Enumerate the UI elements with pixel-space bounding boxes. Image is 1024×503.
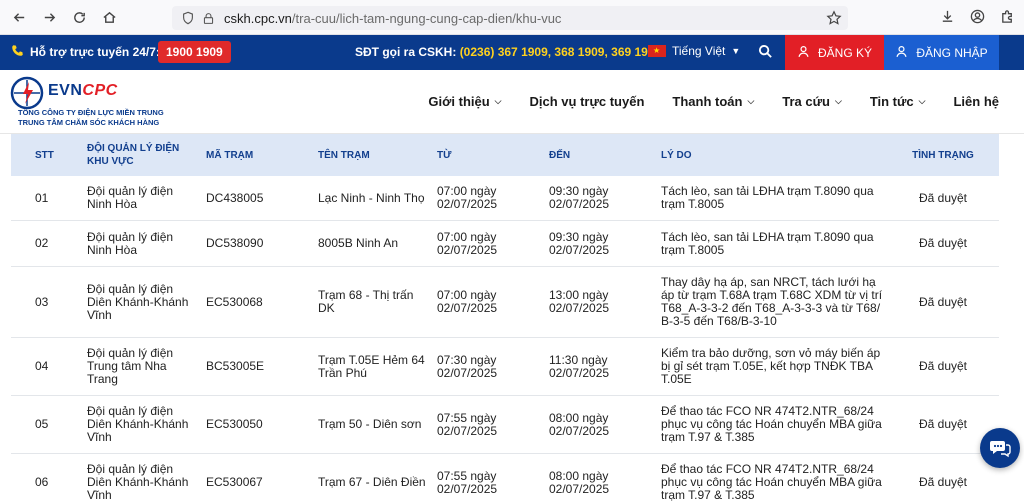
header-ten-tram: TÊN TRẠM bbox=[318, 149, 370, 161]
table-row: 04 Đội quản lý điện Trung tâm Nha Trang … bbox=[11, 338, 999, 396]
lock-icon[interactable] bbox=[200, 10, 216, 26]
arrow-right-icon[interactable] bbox=[38, 6, 60, 28]
table-header: STT ĐỘI QUẢN LÝ ĐIỆN KHU VỰC MÃ TRẠM TÊN… bbox=[11, 134, 999, 176]
outage-table: STT ĐỘI QUẢN LÝ ĐIỆN KHU VỰC MÃ TRẠM TÊN… bbox=[11, 134, 999, 503]
brand-name: EVNCPC bbox=[48, 82, 118, 99]
register-button[interactable]: ĐĂNG KÝ bbox=[785, 35, 884, 70]
header-tu: TỪ bbox=[437, 149, 452, 161]
header-stt: STT bbox=[35, 149, 54, 161]
chevron-down-icon: ⌵ bbox=[747, 96, 755, 106]
language-selector[interactable]: Tiếng Việt ▼ bbox=[648, 44, 740, 58]
hotline-button[interactable]: 1900 1909 bbox=[158, 41, 231, 63]
vietnam-flag-icon bbox=[648, 45, 666, 57]
extensions-icon[interactable] bbox=[998, 7, 1016, 25]
cskh-numbers: (0236) 367 1909, 368 1909, 369 1909 bbox=[459, 45, 662, 59]
table-row: 03 Đội quản lý điện Diên Khánh-Khánh Vĩn… bbox=[11, 267, 999, 338]
status-badge: Đã duyệt bbox=[918, 190, 968, 205]
chevron-down-icon: ⌵ bbox=[918, 96, 926, 106]
chat-support-icon bbox=[990, 441, 1011, 458]
login-button[interactable]: ĐĂNG NHẬP bbox=[884, 35, 999, 70]
home-icon[interactable] bbox=[98, 6, 120, 28]
address-bar[interactable]: cskh.cpc.vn/tra-cuu/lich-tam-ngung-cung-… bbox=[172, 6, 848, 30]
support-info: Hỗ trợ trực tuyến 24/7: bbox=[11, 44, 160, 60]
table-row: 06 Đội quản lý điện Diên Khánh-Khánh Vĩn… bbox=[11, 454, 999, 503]
chevron-down-icon: ▼ bbox=[731, 46, 741, 56]
status-badge: Đã duyệt bbox=[918, 359, 968, 373]
menu-item-tra-cuu[interactable]: Tra cứu ⌵ bbox=[782, 94, 842, 109]
status-badge: Đã duyệt bbox=[918, 294, 968, 309]
chat-support-button[interactable] bbox=[980, 428, 1020, 468]
header-den: ĐẾN bbox=[549, 149, 571, 161]
menu-item-dich-vu[interactable]: Dịch vụ trực tuyến bbox=[530, 94, 645, 109]
user-icon bbox=[895, 45, 908, 61]
menu-item-tin-tuc[interactable]: Tin tức ⌵ bbox=[870, 94, 926, 109]
phone-icon bbox=[11, 44, 24, 60]
account-icon[interactable] bbox=[968, 7, 986, 25]
arrow-left-icon[interactable] bbox=[8, 6, 30, 28]
menu-item-lien-he[interactable]: Liên hệ bbox=[953, 94, 999, 109]
chevron-down-icon: ⌵ bbox=[494, 96, 502, 106]
menu-item-thanh-toan[interactable]: Thanh toán ⌵ bbox=[672, 94, 754, 109]
url-text: cskh.cpc.vn/tra-cuu/lich-tam-ngung-cung-… bbox=[224, 10, 562, 26]
status-badge: Đã duyệt bbox=[918, 475, 968, 489]
search-icon[interactable] bbox=[758, 44, 774, 60]
status-badge: Đã duyệt bbox=[918, 417, 968, 431]
table-row: 05 Đội quản lý điện Diên Khánh-Khánh Vĩn… bbox=[11, 396, 999, 454]
header-tinh-trang: TÌNH TRẠNG bbox=[912, 149, 974, 161]
main-header: EVNCPC TỔNG CÔNG TY ĐIỆN LỰC MIỀN TRUNG T… bbox=[0, 70, 1024, 134]
main-menu: Giới thiệu ⌵ Dịch vụ trực tuyến Thanh toá… bbox=[400, 94, 999, 109]
status-badge: Đã duyệt bbox=[918, 236, 968, 250]
table-row: 02 Đội quản lý điện Ninh Hòa DC538090 80… bbox=[11, 221, 999, 267]
download-icon[interactable] bbox=[938, 7, 956, 25]
chevron-down-icon: ⌵ bbox=[834, 96, 842, 106]
evncpc-logo[interactable]: EVNCPC TỔNG CÔNG TY ĐIỆN LỰC MIỀN TRUNG T… bbox=[10, 76, 164, 128]
reload-icon[interactable] bbox=[68, 6, 90, 28]
cskh-phone-info: SĐT gọi ra CSKH: (0236) 367 1909, 368 19… bbox=[355, 45, 662, 59]
header-doi: ĐỘI QUẢN LÝ ĐIỆN KHU VỰC bbox=[87, 143, 180, 167]
shield-icon[interactable] bbox=[180, 10, 196, 26]
browser-toolbar: cskh.cpc.vn/tra-cuu/lich-tam-ngung-cung-… bbox=[0, 0, 1024, 35]
table-row: 01 Đội quản lý điện Ninh Hòa DC438005 Lạ… bbox=[11, 176, 999, 221]
top-contact-bar: Hỗ trợ trực tuyến 24/7: 1900 1909 SĐT gọ… bbox=[0, 35, 1024, 70]
menu-item-gioi-thieu[interactable]: Giới thiệu ⌵ bbox=[428, 94, 501, 109]
star-icon[interactable] bbox=[826, 10, 842, 26]
evn-logo-icon bbox=[10, 76, 44, 110]
user-icon bbox=[797, 45, 810, 61]
brand-subtitle: TỔNG CÔNG TY ĐIỆN LỰC MIỀN TRUNG TRUNG TÂ… bbox=[18, 108, 164, 127]
header-ma-tram: MÃ TRẠM bbox=[206, 149, 254, 161]
support-label: Hỗ trợ trực tuyến 24/7: bbox=[30, 45, 160, 59]
header-ly-do: LÝ DO bbox=[661, 149, 692, 161]
